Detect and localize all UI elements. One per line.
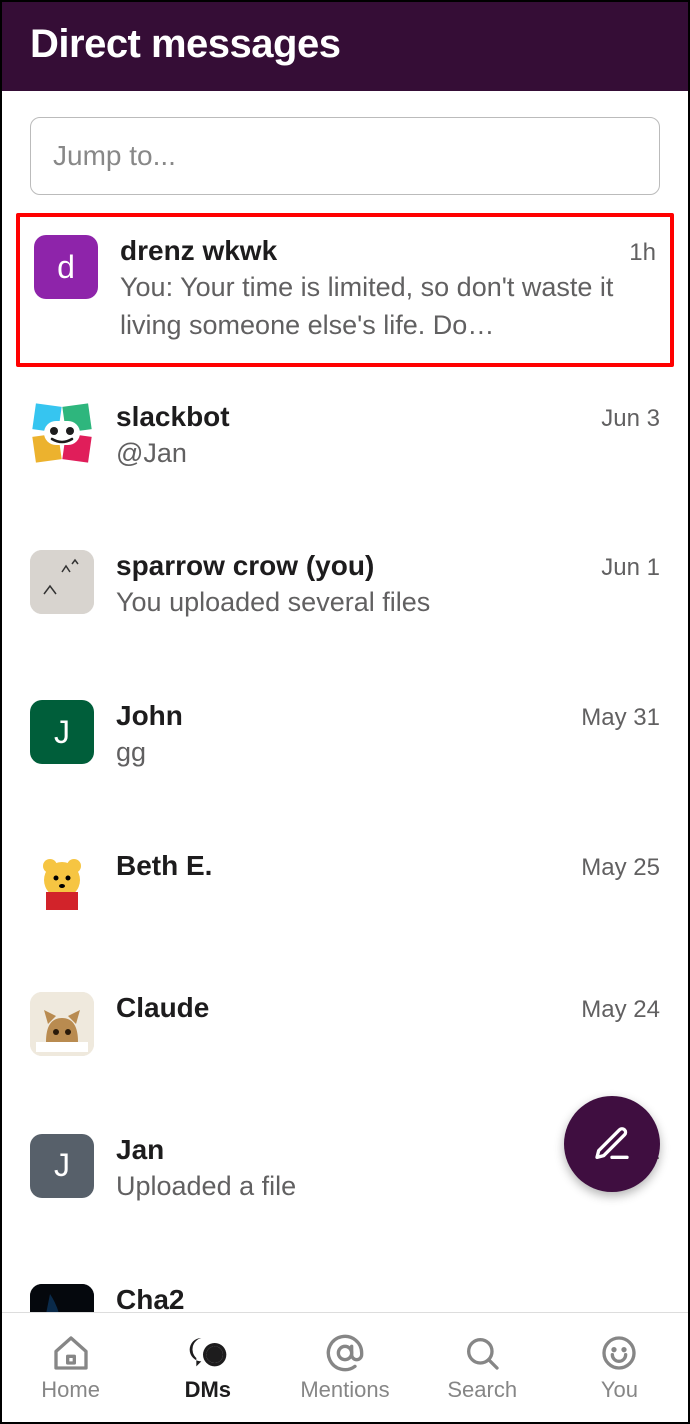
tab-home[interactable]: Home xyxy=(2,1313,139,1422)
tab-you[interactable]: You xyxy=(551,1313,688,1422)
dms-icon xyxy=(188,1333,228,1373)
avatar-letter: J xyxy=(54,1147,70,1184)
avatar: d xyxy=(34,235,98,299)
conversation-preview: gg xyxy=(116,734,660,772)
avatar: YOUARETHEKEY xyxy=(30,1284,94,1312)
tab-dms[interactable]: DMs xyxy=(139,1313,276,1422)
tab-search[interactable]: Search xyxy=(414,1313,551,1422)
avatar: J xyxy=(30,700,94,764)
sparrow-photo-icon xyxy=(30,550,94,614)
compose-icon xyxy=(592,1124,632,1164)
search-icon xyxy=(462,1333,502,1373)
tab-bar: Home DMs Mentions Search xyxy=(2,1312,688,1422)
avatar-letter: d xyxy=(57,249,75,286)
avatar xyxy=(30,401,94,465)
tab-label: Mentions xyxy=(300,1377,389,1403)
conversation-row[interactable]: d drenz wkwk 1h You: Your time is limite… xyxy=(16,213,674,367)
conversation-row[interactable]: J John May 31 gg xyxy=(20,686,670,786)
conversation-time: May 25 xyxy=(581,854,660,882)
jump-to-input[interactable] xyxy=(30,117,660,195)
conversation-name: Cha2 xyxy=(116,1284,652,1312)
conversation-name: Jan xyxy=(116,1134,573,1166)
tab-label: Home xyxy=(41,1377,100,1403)
home-icon xyxy=(51,1333,91,1373)
avatar xyxy=(30,992,94,1056)
slackbot-icon xyxy=(30,401,94,465)
conversation-time: May 24 xyxy=(581,996,660,1024)
tab-label: DMs xyxy=(185,1377,231,1403)
tab-label: You xyxy=(601,1377,638,1403)
conversation-preview: You: Your time is limited, so don't wast… xyxy=(120,269,656,345)
conversation-row[interactable]: slackbot Jun 3 @Jan xyxy=(20,387,670,487)
conversation-row[interactable]: Beth E. May 25 xyxy=(20,836,670,928)
cha2-avatar-icon xyxy=(30,1284,94,1312)
conversation-name: drenz wkwk xyxy=(120,235,621,267)
conversation-name: Claude xyxy=(116,992,573,1024)
conversation-name: sparrow crow (you) xyxy=(116,550,593,582)
conversation-preview: You uploaded several files xyxy=(116,584,660,622)
conversation-row[interactable]: Claude May 24 xyxy=(20,978,670,1070)
avatar xyxy=(30,850,94,914)
cat-icon xyxy=(30,992,94,1056)
mentions-icon xyxy=(325,1333,365,1373)
pooh-icon xyxy=(30,850,94,914)
conversation-row[interactable]: YOUARETHEKEY Cha2 no problem sire xyxy=(20,1270,670,1312)
header: Direct messages xyxy=(2,2,688,91)
conversation-time: 1h xyxy=(629,239,656,267)
you-icon xyxy=(599,1333,639,1373)
tab-label: Search xyxy=(447,1377,517,1403)
conversation-name: slackbot xyxy=(116,401,593,433)
conversation-time: Jun 3 xyxy=(601,405,660,433)
compose-button[interactable] xyxy=(564,1096,660,1192)
conversation-preview: @Jan xyxy=(116,435,660,473)
avatar xyxy=(30,550,94,614)
avatar: J xyxy=(30,1134,94,1198)
page-title: Direct messages xyxy=(30,22,660,67)
avatar-letter: J xyxy=(54,714,70,751)
conversation-row[interactable]: sparrow crow (you) Jun 1 You uploaded se… xyxy=(20,536,670,636)
conversation-time: May 31 xyxy=(581,704,660,732)
tab-mentions[interactable]: Mentions xyxy=(276,1313,413,1422)
conversation-name: John xyxy=(116,700,573,732)
conversation-time: Jun 1 xyxy=(601,554,660,582)
conversation-name: Beth E. xyxy=(116,850,573,882)
content: d drenz wkwk 1h You: Your time is limite… xyxy=(2,91,688,1312)
